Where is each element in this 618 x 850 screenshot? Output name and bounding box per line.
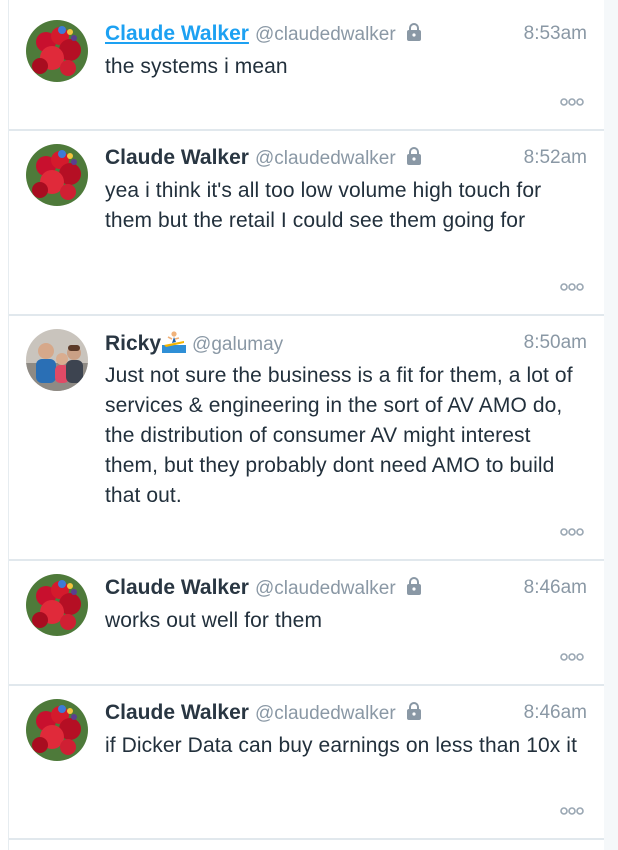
avatar[interactable] — [26, 144, 88, 206]
tweet-text: Just not sure the business is a fit for … — [105, 364, 573, 507]
tweet-header: Claude Walker @claudedwalker 8:46am — [105, 576, 587, 602]
tweet-header: Ricky @galumay 8:50am — [105, 331, 587, 357]
author-name[interactable]: Ricky — [105, 332, 161, 355]
surfer-emoji-icon — [162, 331, 187, 359]
tweet-header: Claude Walker @claudedwalker 8:46am — [105, 701, 587, 727]
author-handle[interactable]: @claudedwalker — [255, 578, 396, 599]
tweet[interactable]: Claude Walker @claudedwalker 8:53am the s… — [9, 0, 605, 131]
avatar[interactable] — [26, 329, 88, 391]
family-photo-avatar-image — [26, 329, 88, 391]
author-name[interactable]: Claude Walker — [105, 22, 249, 45]
more-options-icon[interactable] — [559, 281, 585, 293]
more-options-icon[interactable] — [559, 526, 585, 538]
tweet[interactable]: Claude Walker @claudedwalker 8:52am yea i… — [9, 131, 605, 316]
tweet-feed: Claude Walker @claudedwalker 8:53am the s… — [8, 0, 606, 850]
author-name[interactable]: Claude Walker — [105, 146, 249, 169]
avatar[interactable] — [26, 574, 88, 636]
tweet[interactable]: Claude Walker @claudedwalker 8:46am if Di… — [9, 686, 605, 840]
tweet-header: Claude Walker @claudedwalker 8:53am — [105, 22, 587, 48]
tweet-text: yea i think it's all too low volume high… — [105, 179, 542, 232]
avatar[interactable] — [26, 699, 88, 761]
lock-icon — [404, 576, 424, 602]
tweet-time[interactable]: 8:46am — [524, 577, 587, 599]
flower-avatar-image — [26, 144, 88, 206]
author-name[interactable]: Claude Walker — [105, 576, 249, 599]
author-handle[interactable]: @claudedwalker — [255, 24, 396, 45]
more-options-icon[interactable] — [559, 805, 585, 817]
tweet-text: if Dicker Data can buy earnings on less … — [105, 734, 578, 757]
tweet-time[interactable]: 8:52am — [524, 147, 587, 169]
flower-avatar-image — [26, 20, 88, 82]
tweet-text: the systems i mean — [105, 55, 288, 78]
more-options-icon[interactable] — [559, 96, 585, 108]
author-handle[interactable]: @claudedwalker — [255, 148, 396, 169]
tweet[interactable]: Claude Walker @claudedwalker 8:46am works… — [9, 561, 605, 686]
lock-icon — [404, 146, 424, 172]
tweet-time[interactable]: 8:53am — [524, 23, 587, 45]
tweet[interactable]: Ricky @galumay 8:50am Just not sure the b… — [9, 316, 605, 561]
lock-icon — [404, 22, 424, 48]
lock-icon — [404, 701, 424, 727]
avatar[interactable] — [26, 20, 88, 82]
tweet-header: Claude Walker @claudedwalker 8:52am — [105, 146, 587, 172]
flower-avatar-image — [26, 574, 88, 636]
flower-avatar-image — [26, 699, 88, 761]
tweet-text: works out well for them — [105, 609, 323, 632]
column-gutter — [604, 0, 618, 850]
author-name[interactable]: Claude Walker — [105, 701, 249, 724]
author-handle[interactable]: @galumay — [192, 334, 283, 355]
tweet-time[interactable]: 8:46am — [524, 702, 587, 724]
author-handle[interactable]: @claudedwalker — [255, 703, 396, 724]
more-options-icon[interactable] — [559, 651, 585, 663]
tweet-time[interactable]: 8:50am — [524, 332, 587, 354]
